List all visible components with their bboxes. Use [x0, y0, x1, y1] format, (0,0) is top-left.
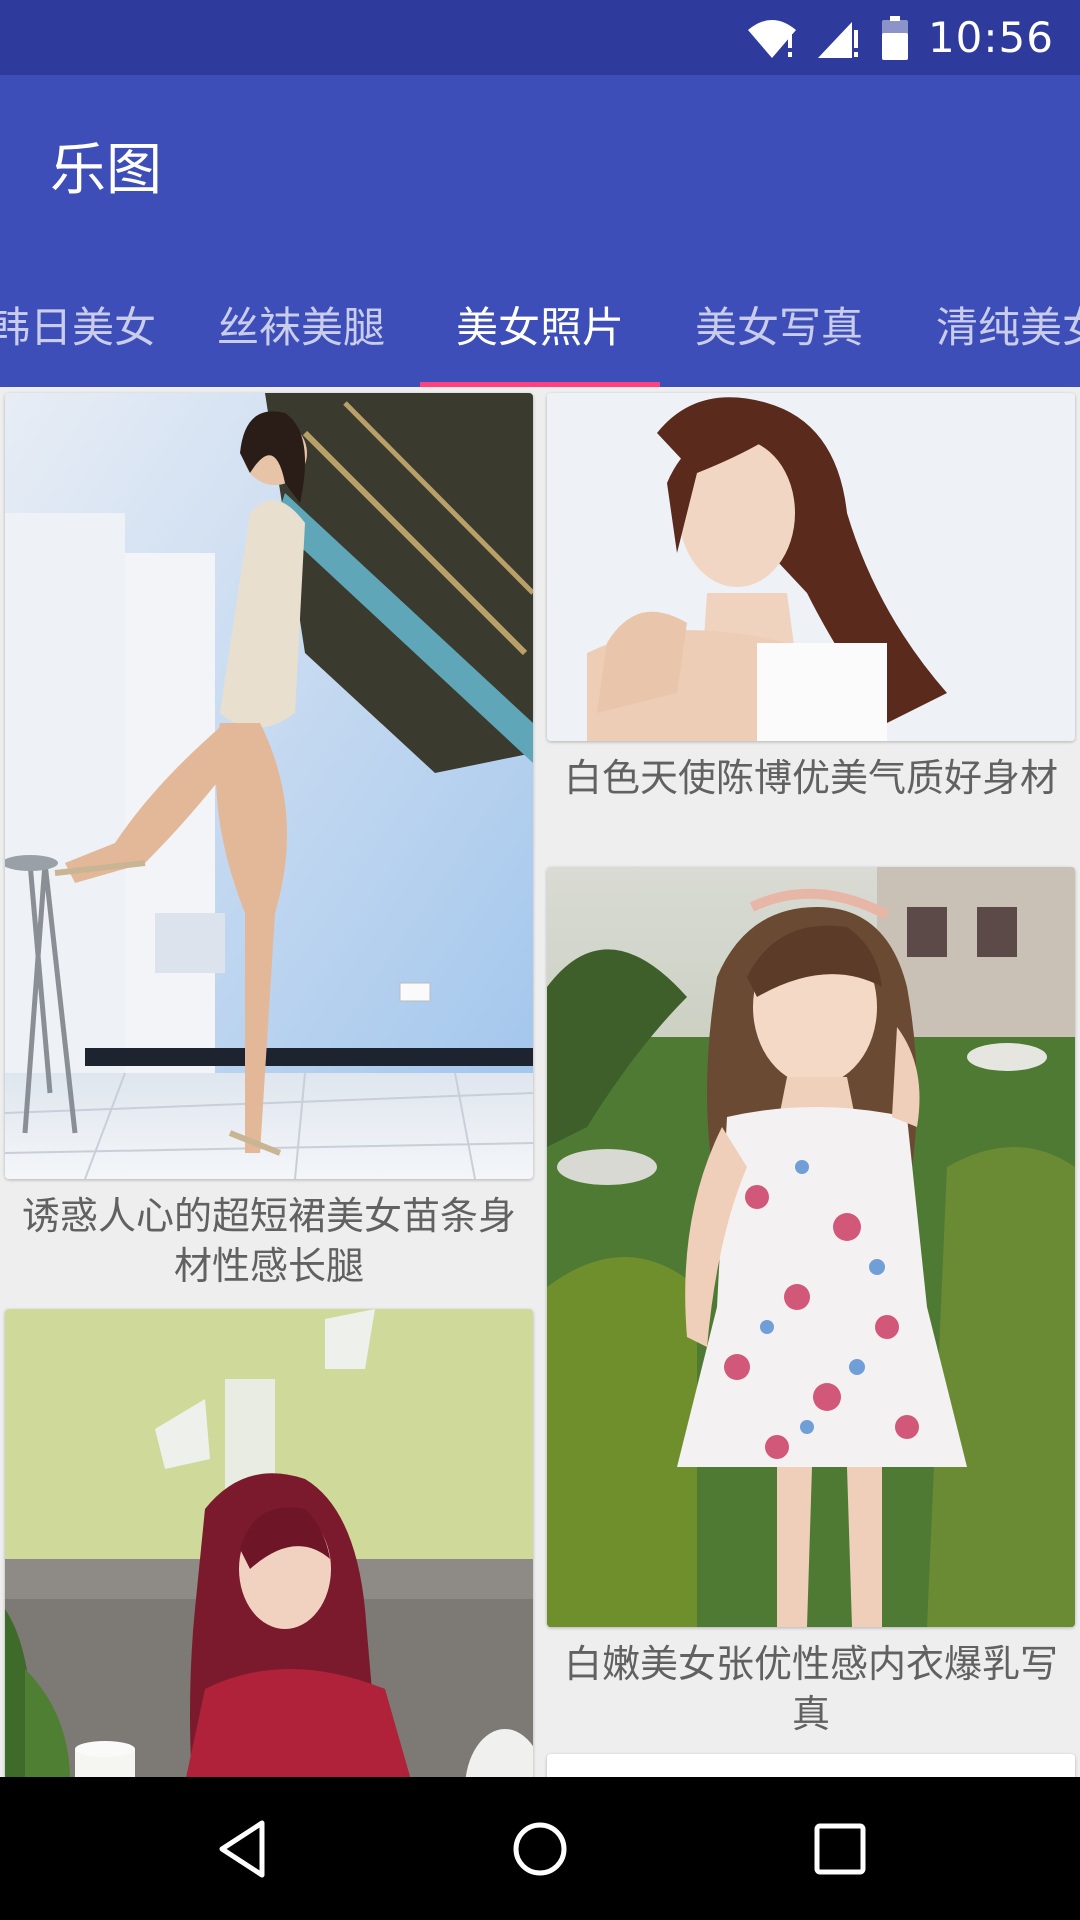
- tab-portraits[interactable]: 美女写真: [659, 262, 899, 387]
- recents-icon: [814, 1823, 866, 1874]
- status-icons: 10:56: [746, 0, 1054, 75]
- tab-stockings[interactable]: 丝袜美腿: [181, 262, 421, 387]
- back-icon: [219, 1820, 265, 1877]
- signal-icon: [817, 21, 858, 58]
- photo-card[interactable]: 白嫩美女张优性感内衣爆乳写真: [547, 867, 1075, 1739]
- wifi-icon: [747, 19, 796, 58]
- back-button[interactable]: [162, 1777, 322, 1920]
- photo-card[interactable]: [547, 1754, 1075, 1777]
- tab-pure[interactable]: 清纯美女: [900, 262, 1080, 387]
- recents-button[interactable]: [760, 1777, 920, 1920]
- status-bar: 10:56: [0, 0, 1080, 75]
- tab-photos[interactable]: 美女照片: [420, 262, 660, 387]
- photo-image[interactable]: [5, 1309, 533, 1777]
- battery-icon: [881, 15, 908, 60]
- photo-image[interactable]: [547, 393, 1075, 741]
- photo-image[interactable]: [547, 1754, 1075, 1777]
- app-bar: 乐图 韩日美女 丝袜美腿 美女照片 美女写真 清纯美女: [0, 75, 1080, 387]
- navigation-bar: [0, 1777, 1080, 1920]
- photo-caption: 诱惑人心的超短裙美女苗条身材性感长腿: [21, 1194, 516, 1288]
- photo-image[interactable]: [547, 867, 1075, 1627]
- photo-card[interactable]: [5, 1309, 533, 1777]
- photo-grid[interactable]: 诱惑人心的超短裙美女苗条身材性感长腿 白色天使陈博优美气质好身材 白嫩美女张优性…: [0, 387, 1080, 1777]
- home-icon: [513, 1822, 567, 1875]
- photo-image[interactable]: [5, 393, 533, 1179]
- app-title: 乐图: [50, 138, 162, 203]
- photo-caption: 白嫩美女张优性感内衣爆乳写真: [563, 1642, 1058, 1736]
- home-button[interactable]: [460, 1777, 620, 1920]
- status-time: 10:56: [927, 13, 1054, 62]
- photo-caption: 白色天使陈博优美气质好身材: [563, 756, 1058, 800]
- photo-card[interactable]: 白色天使陈博优美气质好身材: [547, 393, 1075, 803]
- photo-card[interactable]: 诱惑人心的超短裙美女苗条身材性感长腿: [5, 393, 533, 1291]
- tab-korean-japanese[interactable]: 韩日美女: [0, 262, 192, 387]
- tab-strip[interactable]: 韩日美女 丝袜美腿 美女照片 美女写真 清纯美女: [0, 262, 1080, 387]
